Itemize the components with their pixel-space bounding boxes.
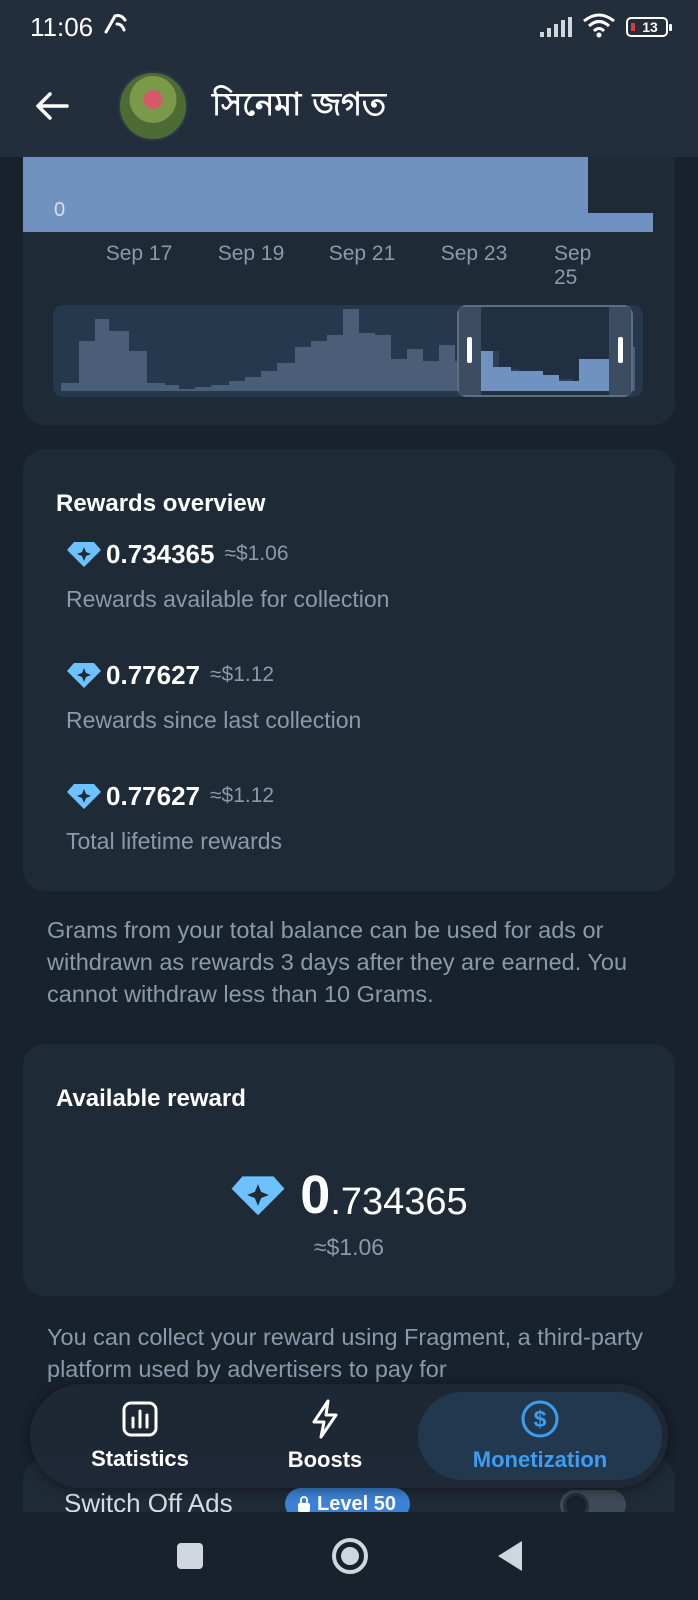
reward-amount-int: 0 (106, 538, 121, 569)
available-amount-dec: .734365 (330, 1180, 468, 1223)
available-reward-usd: ≈$1.06 (313, 1234, 385, 1260)
chart-icon (122, 1401, 158, 1437)
chart-bar-last (588, 213, 653, 232)
back-triangle-icon (498, 1541, 522, 1571)
lock-icon (298, 1496, 310, 1512)
reward-amount-int: 0 (106, 659, 121, 690)
tab-statistics[interactable]: Statistics (60, 1384, 220, 1488)
diamond-icon (67, 784, 101, 809)
reward-amount-dec: .77627 (120, 780, 200, 811)
reward-description: Total lifetime rewards (66, 828, 283, 854)
chart-bars (23, 157, 653, 232)
svg-text:$: $ (534, 1406, 547, 1432)
channel-avatar[interactable] (118, 70, 188, 141)
available-reward-title: Available reward (56, 1085, 246, 1112)
system-navigation-bar (0, 1512, 698, 1600)
navigator-left-handle[interactable] (467, 337, 472, 363)
rewards-overview-title: Rewards overview (56, 490, 266, 517)
wifi-icon (582, 12, 616, 43)
reward-usd: ≈$1.12 (210, 663, 275, 686)
reward-row-available: 0.734365 ≈$1.06 Rewards available for co… (66, 534, 389, 613)
chart-range-navigator[interactable] (53, 305, 643, 397)
reward-usd: ≈$1.06 (224, 542, 289, 565)
x-label: Sep 25 (554, 242, 592, 289)
diamond-icon (67, 663, 101, 688)
x-axis-labels: Sep 17 Sep 19 Sep 21 Sep 23 Sep 25 (23, 242, 653, 289)
x-label: Sep 17 (105, 242, 173, 265)
reward-amount-dec: .734365 (120, 538, 215, 569)
lightning-icon (312, 1399, 338, 1439)
chart-card: 0 Sep 17 Sep 19 Sep 21 Sep 23 Sep 25 (23, 157, 675, 425)
available-amount-int: 0 (300, 1165, 331, 1225)
dollar-icon: $ (521, 1400, 559, 1438)
chat-header: সিনেমা জগত (0, 54, 698, 157)
home-button[interactable] (328, 1512, 372, 1600)
collect-info-text: You can collect your reward using Fragme… (47, 1324, 644, 1382)
channel-title: সিনেমা জগত (212, 84, 387, 123)
available-reward-amount: 0.734365 (23, 1164, 675, 1226)
status-bar: 11:06 13 (0, 0, 698, 54)
navigator-right-handle[interactable] (618, 337, 623, 363)
tab-monetization[interactable]: $ Monetization (450, 1384, 630, 1488)
tab-label: Boosts (287, 1447, 363, 1472)
back-arrow-icon[interactable] (32, 86, 72, 126)
rewards-overview-card: Rewards overview 0.734365 ≈$1.06 Rewards… (23, 449, 675, 891)
reward-usd: ≈$1.12 (210, 784, 275, 807)
status-time: 11:06 (30, 11, 94, 42)
square-icon (177, 1543, 203, 1569)
battery-icon: 13 (626, 17, 672, 37)
tab-label: Monetization (472, 1447, 608, 1472)
recents-button[interactable] (170, 1512, 210, 1600)
x-label: Sep 19 (217, 242, 285, 265)
reward-row-lifetime: 0.77627 ≈$1.12 Total lifetime rewards (66, 776, 282, 855)
x-label: Sep 23 (440, 242, 508, 265)
signal-icon (540, 17, 572, 37)
reward-amount-int: 0 (106, 780, 121, 811)
balance-info-text: Grams from your total balance can be use… (47, 917, 628, 1007)
carrier-icon (103, 12, 129, 42)
diamond-icon (67, 542, 101, 567)
reward-description: Rewards available for collection (66, 586, 390, 612)
y-axis-zero-label: 0 (54, 199, 66, 221)
tab-boosts[interactable]: Boosts (245, 1384, 405, 1488)
tab-label: Statistics (91, 1446, 189, 1471)
battery-level: 13 (642, 19, 658, 35)
chart-bar-main (23, 157, 588, 232)
circle-icon (332, 1538, 368, 1574)
reward-amount-dec: .77627 (120, 659, 200, 690)
bottom-tab-bar: Statistics Boosts $ Monetization (30, 1384, 668, 1488)
reward-row-since-last: 0.77627 ≈$1.12 Rewards since last collec… (66, 655, 361, 734)
diamond-icon (231, 1176, 285, 1216)
x-label: Sep 21 (328, 242, 396, 265)
navigator-window[interactable] (457, 305, 633, 397)
back-button[interactable] (490, 1512, 530, 1600)
available-reward-card: Available reward 0.734365 ≈$1.06 (23, 1044, 675, 1296)
reward-description: Rewards since last collection (66, 707, 362, 733)
